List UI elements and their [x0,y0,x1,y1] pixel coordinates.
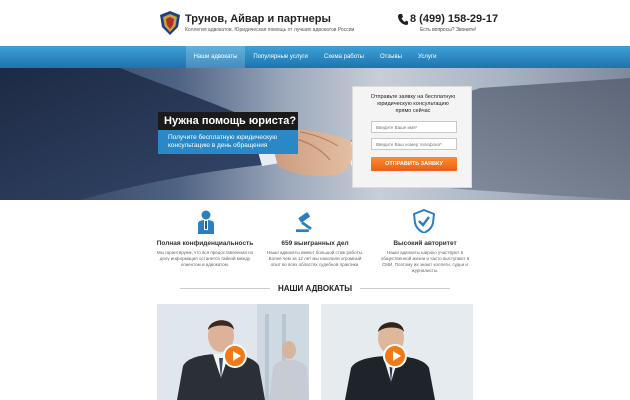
submit-button[interactable]: ОТПРАВИТЬ ЗАЯВКУ [371,157,457,171]
feature-text-confidentiality: Мы гарантируем, что вся предоставленная … [156,250,254,267]
form-title: Отправьте заявку на бесплатную юридическ… [370,94,456,114]
section-divider-right [360,288,450,289]
lawyer-icon [198,210,214,234]
nav-item-services[interactable]: Услуги [410,46,444,68]
nav-item-reviews[interactable]: Отзывы [372,46,410,68]
shield-logo-icon[interactable] [160,11,180,35]
hero-headline: Нужна помощь юриста? [158,112,298,130]
lawyers-section-title: НАШИ АДВОКАТЫ [277,284,353,293]
hero-subtitle: Получите бесплатную юридическую консульт… [158,130,298,154]
feature-title-won-cases: 659 выигранных дел [281,240,349,247]
play-video-button[interactable] [383,344,407,368]
phone-input[interactable] [371,138,457,150]
nav-item-lawyers[interactable]: Наши адвокаты [185,46,246,68]
brand-tagline: Коллегия адвокатов. Юридическая помощь о… [185,27,355,33]
gavel-icon [296,212,312,233]
main-nav: Наши адвокаты Популярные услуги Схема ра… [0,46,630,68]
brand-name[interactable]: Трунов, Айвар и партнеры [185,13,331,25]
name-input[interactable] [371,121,457,133]
shield-check-icon [413,209,435,233]
feature-text-won-cases: Наши адвокаты имеют большой стаж работы.… [266,250,364,267]
lawyer-card[interactable] [321,304,473,400]
phone-number[interactable]: 8 (499) 158-29-17 [410,13,498,25]
hero-banner: Нужна помощь юриста? Получите бесплатную… [0,68,630,200]
feature-text-authority: Наши адвокаты широко участвуют в обществ… [380,250,470,273]
feature-title-confidentiality: Полная конфиденциальность [156,240,254,247]
lawyer-card[interactable] [157,304,309,400]
nav-item-popular-services[interactable]: Популярные услуги [245,46,315,68]
consultation-form: Отправьте заявку на бесплатную юридическ… [352,86,472,188]
phone-subtitle: Есть вопросы? Звоните! [420,27,477,33]
nav-item-workflow[interactable]: Схема работы [316,46,372,68]
handshake-photo [0,68,630,200]
site-header: Трунов, Айвар и партнеры Коллегия адвока… [0,0,630,46]
play-video-button[interactable] [223,344,247,368]
phone-icon [398,14,408,25]
feature-title-authority: Высокий авторитет [393,240,457,247]
